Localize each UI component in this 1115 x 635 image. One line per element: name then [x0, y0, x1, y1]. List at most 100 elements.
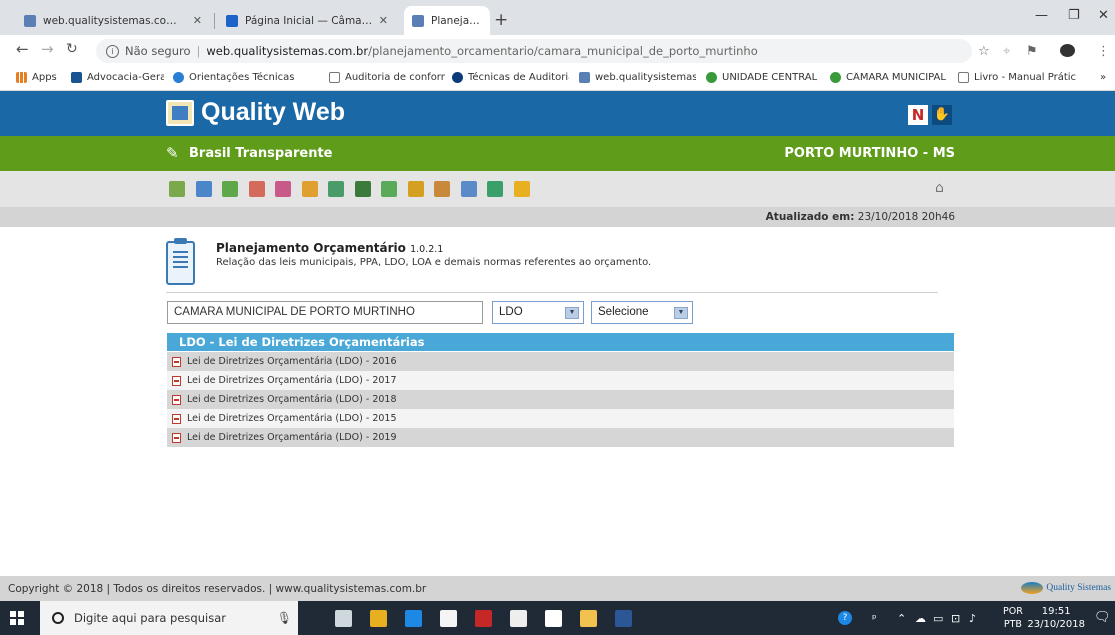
restore-button[interactable]: ❐ — [1068, 8, 1080, 23]
updated-label: Atualizado em: — [765, 211, 855, 223]
bookmark-unidade[interactable]: UNIDADE CENTRAL D — [706, 72, 820, 83]
bookmark-quality[interactable]: web.qualitysistemas.c — [579, 72, 696, 83]
bookmark-label: Orientações Técnicas — [189, 72, 295, 83]
ldo-item-link[interactable]: Lei de Diretrizes Orçamentária (LDO) - 2… — [187, 432, 397, 443]
document-person-icon[interactable] — [275, 181, 291, 197]
bar-chart-icon[interactable] — [407, 181, 424, 197]
back-arrow-icon[interactable]: ← — [16, 40, 29, 58]
year-select[interactable]: Selecione ▼ — [591, 301, 693, 324]
bookmark-orientacoes[interactable]: Orientações Técnicas — [173, 72, 333, 83]
word-icon[interactable] — [615, 610, 632, 627]
ldo-item-link[interactable]: Lei de Diretrizes Orçamentária (LDO) - 2… — [187, 394, 397, 405]
windows-start-icon[interactable] — [10, 611, 24, 625]
chrome-icon[interactable] — [370, 610, 387, 627]
camara-favicon-icon — [226, 14, 238, 27]
year-value: Selecione — [598, 306, 649, 318]
info-icon[interactable] — [513, 181, 530, 197]
browser-tab-camara[interactable]: Página Inicial — Câmara Municip ✕ — [218, 6, 396, 35]
home-icon[interactable]: ⌂ — [935, 180, 944, 196]
bookmark-tecnicas[interactable]: Técnicas de Auditoria — [452, 72, 569, 83]
task-view-icon[interactable] — [335, 610, 352, 627]
profile-avatar-icon[interactable] — [1060, 44, 1075, 57]
ldo-item-link[interactable]: Lei de Diretrizes Orçamentária (LDO) - 2… — [187, 413, 397, 424]
file-explorer-icon[interactable] — [580, 610, 597, 627]
module-title: Planejamento Orçamentário 1.0.2.1 — [216, 241, 443, 255]
close-window-button[interactable]: ✕ — [1098, 8, 1109, 23]
system-clock[interactable]: 19:51 23/10/2018 — [1027, 605, 1085, 631]
vehicle-doc-icon[interactable] — [460, 181, 477, 197]
network-icon[interactable]: ⊡ — [951, 612, 960, 625]
people-icon[interactable]: ᵖ — [872, 612, 877, 625]
quality-sistemas-logo-icon — [1021, 582, 1044, 594]
info-icon[interactable]: i — [106, 44, 119, 58]
site-header: Quality Web N ✋ — [0, 91, 1115, 136]
taskbar-search-box[interactable]: Digite aqui para pesquisar 🎙 — [40, 601, 298, 635]
battery-icon[interactable]: ▭ — [933, 612, 943, 625]
reload-icon[interactable]: ↻ — [66, 41, 78, 57]
portal-name[interactable]: Brasil Transparente — [189, 146, 332, 161]
money-in-icon[interactable] — [222, 181, 238, 197]
site-footer: Copyright © 2018 | Todos os direitos res… — [0, 576, 1115, 601]
store-icon[interactable] — [440, 610, 457, 627]
ldo-list-item[interactable]: Lei de Diretrizes Orçamentária (LDO) - 2… — [167, 428, 954, 447]
list-doc-icon[interactable] — [487, 181, 503, 197]
bookmark-auditoria[interactable]: Auditoria de conform — [329, 72, 445, 83]
volume-icon[interactable]: ♪ — [969, 612, 976, 625]
ldo-section-header: LDO - Lei de Diretrizes Orçamentárias — [167, 333, 954, 351]
bookmark-agu[interactable]: Advocacia-Geral da U — [71, 72, 164, 83]
help-icon[interactable]: ? — [838, 611, 852, 625]
language-indicator[interactable]: POR PTB — [1003, 605, 1023, 631]
minimize-button[interactable]: — — [1035, 8, 1048, 23]
edge-icon[interactable] — [405, 610, 422, 627]
calculator-icon[interactable] — [328, 181, 344, 197]
people-list-icon[interactable] — [434, 181, 450, 197]
extension-pin-icon[interactable]: ⌖ — [1003, 44, 1010, 59]
clipboard-icon[interactable] — [195, 181, 212, 197]
ldo-item-link[interactable]: Lei de Diretrizes Orçamentária (LDO) - 2… — [187, 356, 397, 367]
site-logo-text[interactable]: Quality Web — [201, 98, 345, 127]
dropdown-arrow-icon[interactable]: ▼ — [674, 307, 688, 319]
quality-favicon-icon — [24, 14, 36, 27]
bookmark-star-icon[interactable]: ☆ — [978, 44, 990, 59]
netflix-icon[interactable] — [475, 610, 492, 627]
ldo-item-link[interactable]: Lei de Diretrizes Orçamentária (LDO) - 2… — [187, 375, 397, 386]
cloud-icon[interactable]: ☁ — [915, 612, 926, 625]
law-type-select[interactable]: LDO ▼ — [492, 301, 584, 324]
sign-language-button[interactable]: ✋ — [932, 105, 952, 125]
mail-icon[interactable] — [510, 610, 527, 627]
bookmark-camara[interactable]: CÂMARA MUNICIPAL — [830, 72, 948, 83]
chart-area-icon[interactable] — [169, 181, 185, 197]
address-bar[interactable]: i Não seguro | web.qualitysistemas.com.b… — [96, 39, 972, 63]
tools-icon[interactable] — [301, 181, 318, 197]
dropbox-icon[interactable] — [545, 610, 562, 627]
microphone-icon[interactable]: 🎙 — [277, 611, 292, 625]
ldo-list-item[interactable]: Lei de Diretrizes Orçamentária (LDO) - 2… — [167, 390, 954, 409]
close-tab-icon[interactable]: ✕ — [193, 14, 202, 27]
updated-info: Atualizado em: 23/10/2018 20h46 — [766, 211, 955, 223]
money-out-icon[interactable] — [248, 181, 265, 197]
entity-field[interactable]: CAMARA MUNICIPAL DE PORTO MURTINHO — [167, 301, 483, 324]
bookmarks-overflow-button[interactable]: » — [1100, 72, 1106, 83]
clock-time: 19:51 — [1041, 606, 1071, 617]
show-hidden-icons-chevron[interactable]: ⌃ — [897, 612, 906, 625]
new-tab-button[interactable]: + — [494, 10, 508, 30]
extension-icon[interactable]: ⚑ — [1026, 44, 1038, 59]
bookmark-apps[interactable]: Apps — [16, 72, 57, 83]
ldo-list-item[interactable]: Lei de Diretrizes Orçamentária (LDO) - 2… — [167, 352, 954, 371]
pen-icon[interactable] — [354, 181, 371, 197]
close-tab-icon[interactable]: ✕ — [379, 14, 388, 27]
camara-icon — [830, 72, 841, 83]
ldo-list-item[interactable]: Lei de Diretrizes Orçamentária (LDO) - 2… — [167, 371, 954, 390]
quality-sistemas-logo[interactable]: Quality Sistemas — [1021, 582, 1111, 594]
pen-green-icon[interactable] — [381, 181, 397, 197]
menu-kebab-icon[interactable]: ⋮ — [1097, 44, 1110, 59]
bookmark-livro[interactable]: Livro - Manual Prátic — [958, 72, 1076, 83]
dropdown-arrow-icon[interactable]: ▼ — [565, 307, 579, 319]
ldo-list-item[interactable]: Lei de Diretrizes Orçamentária (LDO) - 2… — [167, 409, 954, 428]
browser-tab-admin[interactable]: web.qualitysistemas.com.br/adm ✕ — [16, 6, 210, 35]
accessibility-n-button[interactable]: N — [908, 105, 928, 125]
forward-arrow-icon[interactable]: → — [41, 40, 54, 58]
browser-tab-current[interactable]: Planejamento Orçamentário — [404, 6, 490, 35]
tab-divider — [214, 13, 215, 29]
notifications-icon[interactable]: 🗨 — [1094, 610, 1111, 625]
